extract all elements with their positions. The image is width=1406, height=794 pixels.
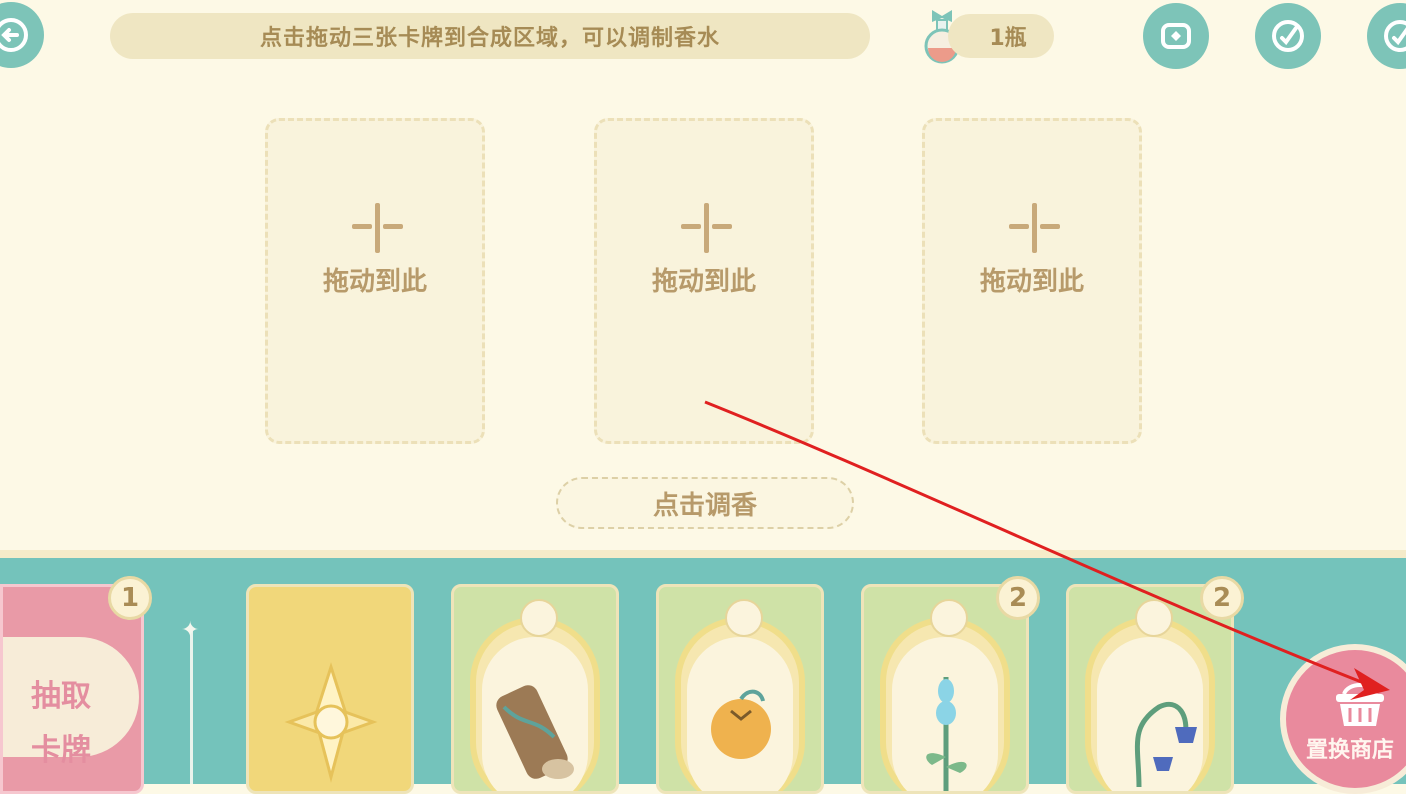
bell-medal-icon xyxy=(1135,599,1173,637)
draw-count-badge: 1 xyxy=(108,576,152,620)
plus-icon xyxy=(375,203,380,253)
slot-label: 拖动到此 xyxy=(651,267,756,297)
wood-medal-icon xyxy=(520,599,558,637)
drop-slot-1[interactable]: 拖动到此 xyxy=(265,118,485,444)
wood-log-icon xyxy=(496,685,574,779)
star-emblem-icon xyxy=(284,662,378,783)
hint-text: 点击拖动三张卡牌到合成区域，可以调制香水 xyxy=(110,13,870,59)
blue-flower-icon xyxy=(926,677,967,791)
check-button[interactable] xyxy=(1255,3,1321,69)
sparkle-icon: ✦ xyxy=(181,618,200,643)
slot-label: 拖动到此 xyxy=(979,267,1084,297)
record-button[interactable] xyxy=(1143,3,1209,69)
bottle-count: 1瓶 xyxy=(948,14,1054,58)
mix-perfume-button[interactable]: 点击调香 xyxy=(556,477,854,529)
record-icon xyxy=(1161,23,1191,49)
orange-medal-icon xyxy=(725,599,763,637)
exchange-shop-label: 置换商店 xyxy=(1306,738,1395,763)
draw-card-label-1: 抽取 xyxy=(31,679,91,714)
draw-card-label-2: 卡牌 xyxy=(31,733,91,768)
back-arrow-icon xyxy=(0,18,28,52)
wood-card[interactable] xyxy=(451,584,619,794)
orange-fruit-icon xyxy=(711,689,771,759)
flower-medal-icon xyxy=(930,599,968,637)
bellflower-icon xyxy=(1134,701,1197,788)
star-card[interactable] xyxy=(246,584,414,794)
divider xyxy=(190,630,193,784)
pen-check-icon xyxy=(1272,20,1304,52)
slot-label: 拖动到此 xyxy=(322,267,427,297)
card-count-badge: 2 xyxy=(996,576,1040,620)
basket-icon xyxy=(1336,683,1384,726)
pen-check-icon xyxy=(1384,20,1406,52)
plus-icon xyxy=(1032,203,1037,253)
plus-icon xyxy=(704,203,709,253)
check-button-2[interactable] xyxy=(1367,3,1406,69)
drop-slot-2[interactable]: 拖动到此 xyxy=(594,118,814,444)
back-button[interactable] xyxy=(0,2,44,68)
card-count-badge: 2 xyxy=(1200,576,1244,620)
orange-card[interactable] xyxy=(656,584,824,794)
drop-slot-3[interactable]: 拖动到此 xyxy=(922,118,1142,444)
